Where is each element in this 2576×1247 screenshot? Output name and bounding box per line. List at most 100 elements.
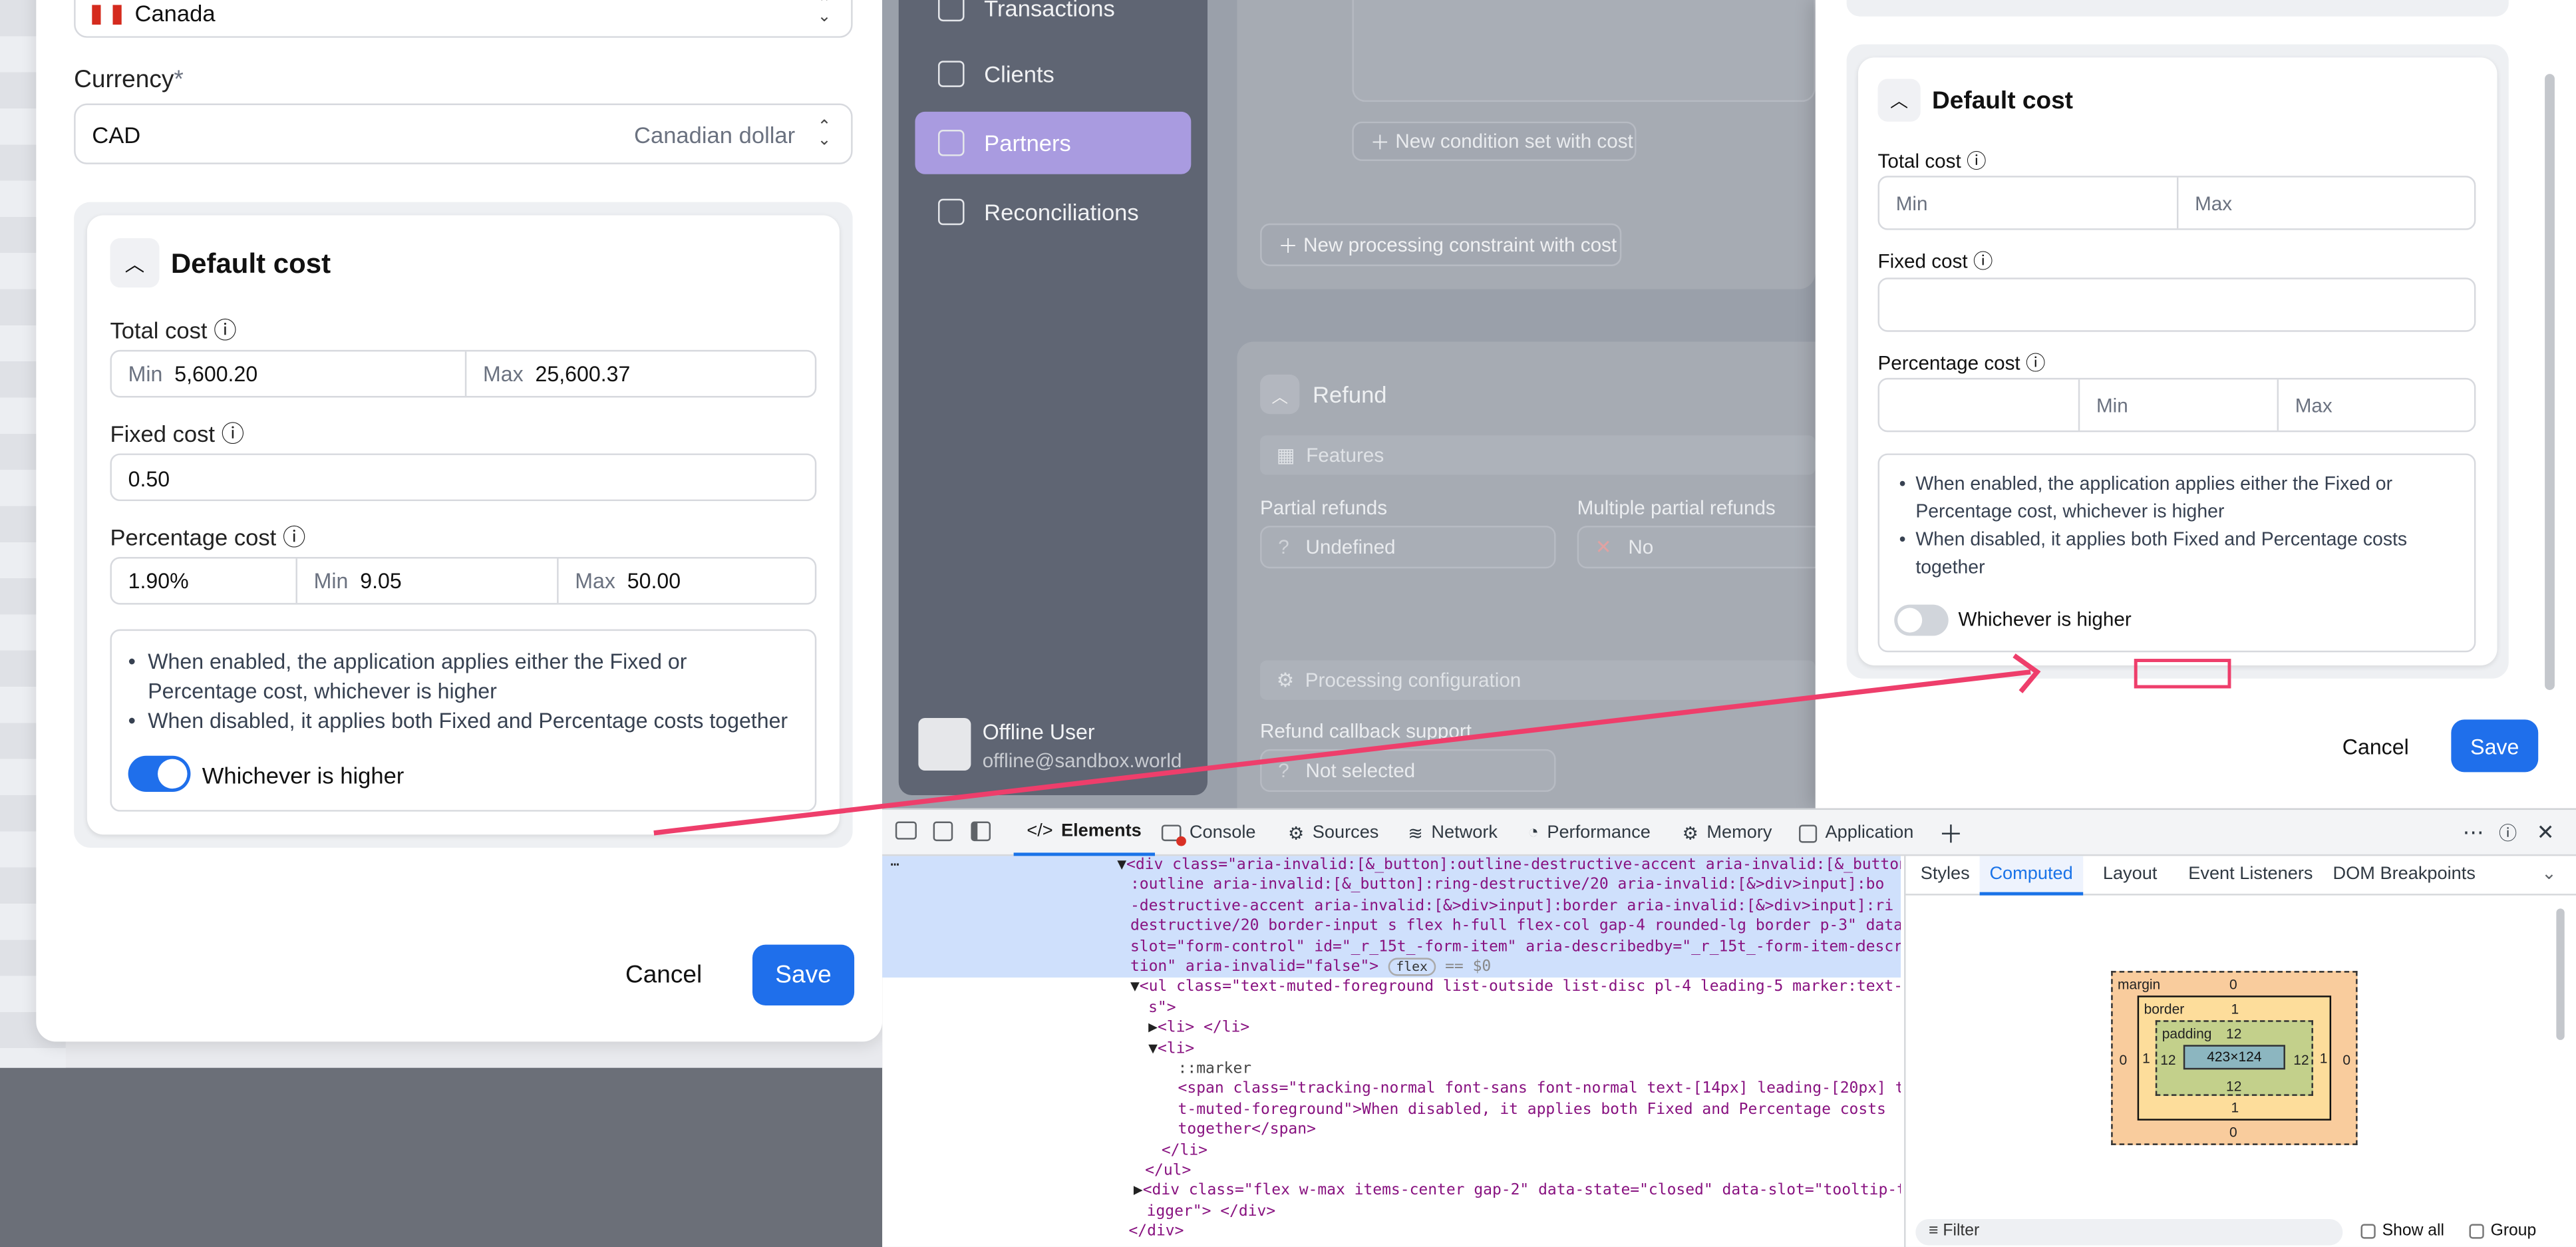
- save-button[interactable]: Save: [752, 944, 855, 1006]
- partners-icon: [938, 130, 965, 156]
- close-icon[interactable]: ✕: [2537, 810, 2555, 856]
- callback-label: Refund callback support: [1260, 719, 1472, 743]
- chevron-updown-icon: ⌃ ⌄: [817, 118, 832, 150]
- group-checkbox[interactable]: Group: [2469, 1222, 2536, 1240]
- percentage-min-input[interactable]: Min 9.05: [295, 558, 557, 604]
- device-toggle-icon[interactable]: [933, 821, 953, 842]
- collapse-button[interactable]: ︿: [1877, 79, 1921, 122]
- dom-line: tion" aria-invalid="false"> flex == $0: [1130, 958, 1492, 976]
- collapse-button[interactable]: ︿: [1260, 374, 1300, 415]
- dom-line: ::marker: [1178, 1059, 1252, 1078]
- tab-layout[interactable]: Layout: [2103, 864, 2158, 884]
- total-cost-min-input[interactable]: Min: [1879, 178, 2177, 229]
- partial-refunds-select[interactable]: ? Undefined: [1260, 526, 1556, 569]
- help-icon[interactable]: ⓘ: [2499, 810, 2517, 856]
- dom-line: destructive/20 border-input s flex h-ful…: [1130, 917, 1901, 936]
- percentage-input[interactable]: [1879, 379, 2078, 431]
- percentage-max-input[interactable]: Max: [2277, 379, 2478, 431]
- sidebar-item-transactions[interactable]: Transactions: [915, 0, 1191, 39]
- total-cost-max-input[interactable]: Max: [2176, 177, 2478, 229]
- dom-line: ▼<ul class="text-muted-foreground list-o…: [1130, 978, 1901, 997]
- processing-section: ＋ New condition set with cost ＋ New proc…: [1237, 0, 1816, 289]
- dom-line: together</span>: [1178, 1121, 1316, 1139]
- dom-line: <span class="tracking-normal font-sans f…: [1178, 1080, 1901, 1099]
- list-item: • When disabled, it applies both Fixed an…: [1899, 530, 2408, 579]
- percentage-max-input[interactable]: Max 50.00: [557, 558, 818, 604]
- devtools-toolbar: </> Elements Console ⚙ Sources ≋ Network ◔ P…: [882, 810, 2576, 856]
- tab-memory[interactable]: ⚙ Memory: [1683, 810, 1772, 856]
- computed-pane: Styles Computed Layout Event Listeners D…: [1904, 856, 2576, 1247]
- percentage-cost-label: Percentage cost ⓘ: [1877, 351, 2046, 375]
- total-cost-range: Min Max: [1877, 176, 2478, 230]
- dom-line: </ul>: [1145, 1161, 1192, 1180]
- save-button[interactable]: Save: [2451, 719, 2539, 773]
- tab-console[interactable]: Console: [1161, 810, 1256, 856]
- ellipsis-icon: ⋯: [890, 857, 899, 874]
- dom-line: ▼<div class="aria-invalid:[&_button]:out…: [1117, 856, 1901, 874]
- sidebar-item-clients[interactable]: Clients: [915, 43, 1191, 105]
- percentage-cost-range: Min Max: [1877, 377, 2478, 433]
- inspect-icon[interactable]: [895, 821, 917, 840]
- drawer-scrollbar[interactable]: [2545, 74, 2555, 690]
- country-select[interactable]: Canada ⌃ ⌄: [74, 0, 853, 38]
- collapse-button[interactable]: ︿: [110, 238, 160, 288]
- pane-scrollbar[interactable]: [2556, 908, 2565, 1040]
- tab-event-listeners[interactable]: Event Listeners: [2188, 864, 2313, 884]
- filter-input[interactable]: ≡ Filter: [1915, 1218, 2343, 1246]
- percentage-min-input[interactable]: Min: [2078, 379, 2277, 431]
- cancel-button[interactable]: Cancel: [603, 945, 724, 1004]
- chevron-updown-icon: ⌃ ⌄: [817, 0, 832, 27]
- toggle-label: Whichever is higher: [1958, 608, 2132, 631]
- partial-refunds-label: Partial refunds: [1260, 496, 1388, 520]
- fixed-cost-input[interactable]: 0.50: [110, 453, 817, 502]
- filter-icon: ≡: [1929, 1222, 1939, 1241]
- tab-dom-breakpoints[interactable]: DOM Breakpoints: [2333, 864, 2476, 884]
- flex-badge[interactable]: flex: [1387, 958, 1436, 976]
- show-all-checkbox[interactable]: Show all: [2360, 1222, 2444, 1240]
- rule-description-box: • When enabled, the application applies e…: [110, 629, 817, 812]
- dom-line: </div>: [1128, 1222, 1184, 1241]
- whichever-higher-toggle[interactable]: [1894, 604, 1949, 636]
- cancel-button[interactable]: Cancel: [2328, 719, 2423, 772]
- dom-line: </li>: [1161, 1141, 1208, 1160]
- processing-config-header: ⚙ Processing configuration: [1260, 660, 1816, 700]
- chevron-down-icon[interactable]: ⌄: [2541, 862, 2557, 884]
- chevron-up-icon: ︿: [1271, 388, 1289, 407]
- callback-select[interactable]: ? Not selected: [1260, 749, 1556, 793]
- total-cost-min-input[interactable]: Min 5,600.20: [112, 351, 465, 396]
- cost-form-panel: Canada ⌃ ⌄ Currency* CAD Canadian dollar …: [36, 0, 883, 1042]
- clients-icon: [938, 61, 965, 87]
- tab-performance[interactable]: ◔ Performance: [1528, 810, 1651, 856]
- tab-network[interactable]: ≋ Network: [1408, 810, 1498, 856]
- default-cost-card: ︿ Default cost Total cost ⓘ Min Max Fixe…: [1857, 57, 2497, 665]
- sidebar-item-partners[interactable]: Partners: [915, 111, 1192, 174]
- kebab-menu-icon[interactable]: ⋯: [2463, 810, 2484, 856]
- user-email: offline@sandbox.world: [982, 749, 1182, 773]
- toggle-knob: [1897, 608, 1923, 633]
- new-condition-button[interactable]: ＋ New condition set with cost: [1352, 121, 1637, 161]
- default-cost-section: ︿ Default cost Total cost ⓘ Min Max Fixe…: [1846, 44, 2509, 679]
- refund-section: ︿ Refund ▦ Features Partial refunds ? Un…: [1237, 341, 1824, 808]
- total-cost-label: Total cost ⓘ: [1877, 149, 1987, 173]
- list-item: • When enabled, the application applies e…: [1899, 474, 2393, 523]
- whichever-higher-toggle[interactable]: [128, 755, 191, 793]
- more-tabs-button[interactable]: ＋: [1939, 810, 1963, 856]
- currency-select[interactable]: CAD Canadian dollar ⌃ ⌄: [74, 103, 853, 164]
- country-value: Canada: [134, 0, 216, 27]
- percentage-input[interactable]: 1.90%: [112, 558, 296, 603]
- user-name: Offline User: [982, 719, 1095, 745]
- tab-styles[interactable]: Styles: [1921, 864, 1970, 884]
- elements-tree[interactable]: ⋯ ▼<div class="aria-invalid:[&_button]:o…: [882, 856, 1901, 1247]
- dom-line: t-muted-foreground">When disabled, it ap…: [1178, 1100, 1886, 1119]
- total-cost-max-input[interactable]: Max 25,600.37: [464, 351, 818, 397]
- code-icon: </>: [1027, 821, 1053, 842]
- sidebar-item-reconciliations[interactable]: Reconciliations: [915, 181, 1191, 244]
- tab-sources[interactable]: ⚙ Sources: [1288, 810, 1378, 856]
- new-constraint-button[interactable]: ＋ New processing constraint with cost: [1260, 223, 1622, 266]
- tab-computed[interactable]: Computed: [1979, 856, 2083, 896]
- tab-elements[interactable]: </> Elements: [1013, 810, 1155, 856]
- tab-application[interactable]: Application: [1798, 810, 1913, 856]
- dock-icon[interactable]: [971, 821, 991, 842]
- multiple-partial-select[interactable]: ✕ No: [1577, 526, 1824, 569]
- fixed-cost-input[interactable]: [1877, 277, 2476, 332]
